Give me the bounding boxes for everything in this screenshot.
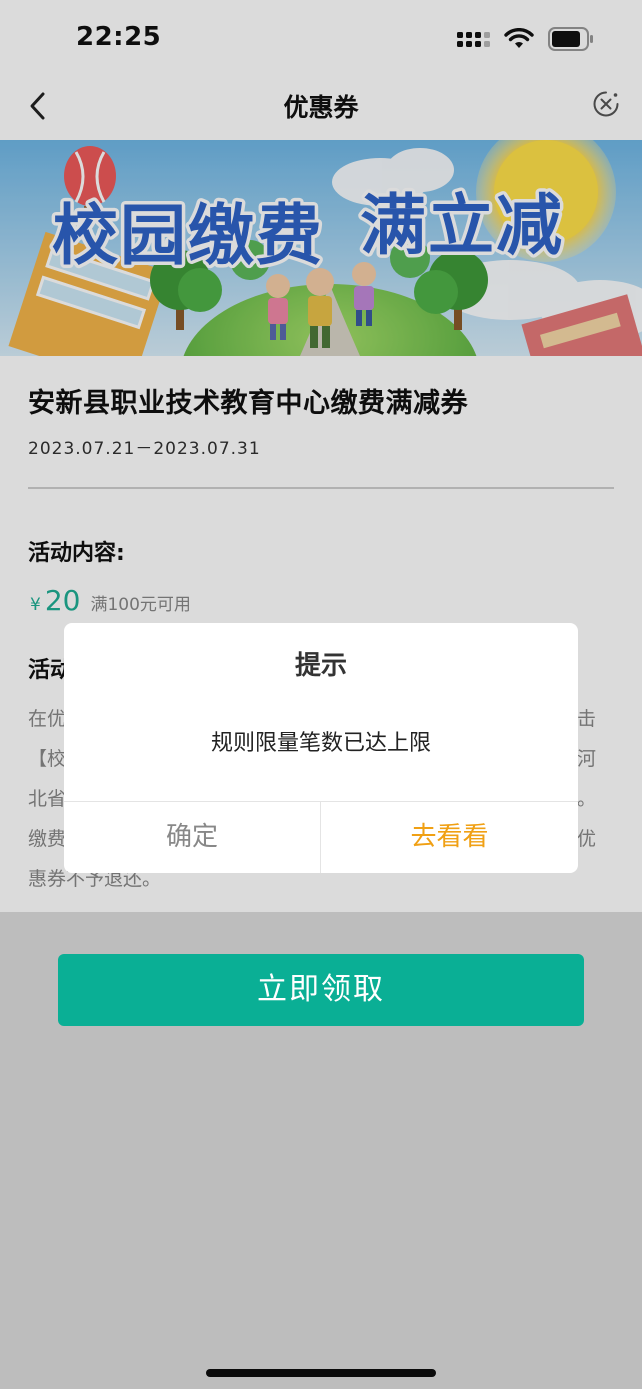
claim-now-button[interactable]: 立即领取	[58, 954, 584, 1026]
dialog-confirm-button[interactable]: 确定	[64, 802, 320, 873]
dialog-go-see-button[interactable]: 去看看	[321, 802, 578, 873]
alert-dialog: 提示 规则限量笔数已达上限 确定 去看看	[64, 623, 578, 873]
dialog-title: 提示	[294, 651, 347, 681]
home-indicator[interactable]	[206, 1369, 436, 1377]
dialog-message: 规则限量笔数已达上限	[210, 731, 431, 756]
